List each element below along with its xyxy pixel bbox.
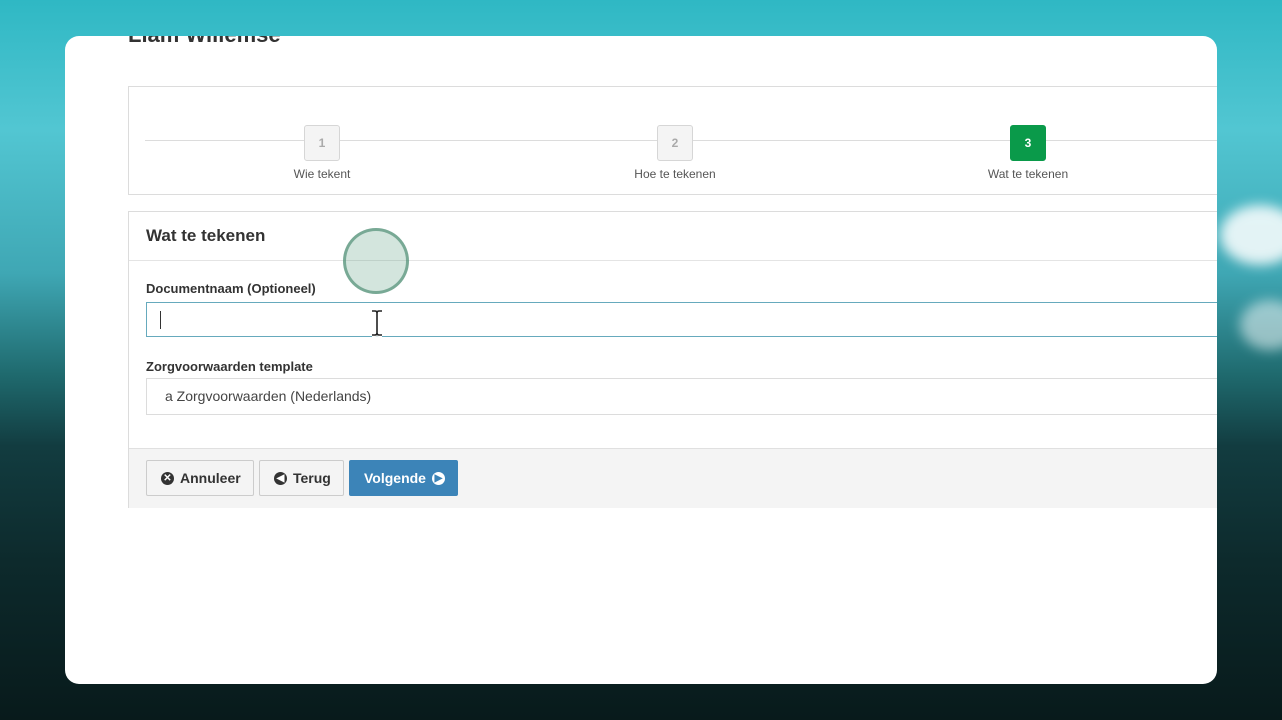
- template-label: Zorgvoorwaarden template: [146, 359, 313, 374]
- wizard-steps: 1 Wie tekent 2 Hoe te tekenen 3 Wat te t…: [128, 86, 1217, 195]
- step-number: 1: [304, 125, 340, 161]
- page-title: Liam Willemse: [128, 36, 281, 48]
- step-3[interactable]: 3 Wat te tekenen: [958, 125, 1098, 181]
- step-2[interactable]: 2 Hoe te tekenen: [605, 125, 745, 181]
- step-label: Wie tekent: [293, 167, 351, 181]
- panel-footer: ✕ Annuleer ◀ Terug Volgende ▶: [129, 448, 1217, 508]
- back-button-label: Terug: [293, 470, 331, 486]
- text-cursor-icon: [372, 309, 382, 337]
- panel-heading: Wat te tekenen: [129, 212, 1217, 261]
- step-1[interactable]: 1 Wie tekent: [252, 125, 392, 181]
- document-name-label: Documentnaam (Optioneel): [146, 281, 316, 296]
- step-label: Wat te tekenen: [987, 167, 1069, 181]
- arrow-circle-left-icon: ◀: [274, 471, 287, 485]
- template-select[interactable]: a Zorgvoorwaarden (Nederlands): [146, 378, 1217, 415]
- what-to-sign-panel: Wat te tekenen Documentnaam (Optioneel) …: [128, 211, 1217, 508]
- click-indicator: [343, 228, 409, 294]
- arrow-circle-right-icon: ▶: [431, 471, 445, 485]
- background-cloud: [1220, 205, 1282, 265]
- cancel-button[interactable]: ✕ Annuleer: [146, 460, 254, 496]
- background-cloud: [1240, 300, 1282, 350]
- document-name-input[interactable]: [146, 302, 1217, 337]
- text-caret: [160, 311, 161, 329]
- next-button-label: Volgende: [364, 470, 426, 486]
- next-button[interactable]: Volgende ▶: [349, 460, 458, 496]
- times-circle-icon: ✕: [161, 471, 174, 485]
- back-button[interactable]: ◀ Terug: [259, 460, 344, 496]
- step-label: Hoe te tekenen: [634, 167, 716, 181]
- step-number: 2: [657, 125, 693, 161]
- wizard-card: Liam Willemse 1 Wie tekent 2 Hoe te teke…: [65, 36, 1217, 684]
- step-number: 3: [1010, 125, 1046, 161]
- cancel-button-label: Annuleer: [180, 470, 241, 486]
